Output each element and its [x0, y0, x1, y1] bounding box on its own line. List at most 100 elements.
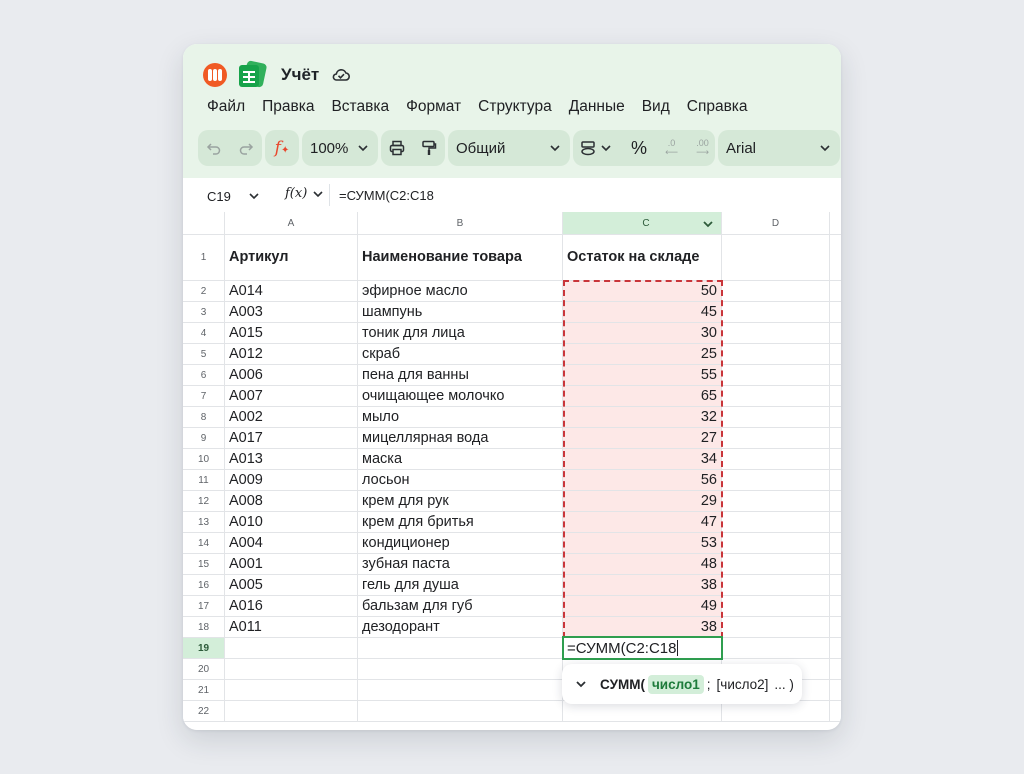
row-header[interactable]: 9 [183, 428, 225, 449]
product-name-cell[interactable]: бальзам для губ [358, 596, 563, 617]
sheet-cell[interactable] [830, 638, 841, 659]
sheet-cell[interactable] [830, 701, 841, 722]
row-header[interactable]: 6 [183, 365, 225, 386]
sheet-cell[interactable] [830, 491, 841, 512]
sheet-cell[interactable] [830, 302, 841, 323]
column-header-e[interactable] [830, 212, 841, 235]
product-name-cell[interactable]: маска [358, 449, 563, 470]
product-name-cell[interactable]: мицеллярная вода [358, 428, 563, 449]
sheet-cell[interactable] [722, 449, 830, 470]
product-name-cell[interactable]: очищающее молочко [358, 386, 563, 407]
sheet-cell[interactable] [830, 554, 841, 575]
insert-function-button[interactable]: f ✦ [265, 130, 299, 166]
percent-format-button[interactable]: % [631, 138, 647, 159]
menu-edit[interactable]: Правка [262, 98, 314, 116]
product-name-cell[interactable]: лосьон [358, 470, 563, 491]
column-header-c[interactable]: C [563, 212, 722, 235]
sheet-cell[interactable] [358, 701, 563, 722]
column-title-cell[interactable]: Наименование товара [358, 235, 563, 281]
sku-cell[interactable]: A006 [225, 365, 358, 386]
sheet-cell[interactable] [225, 680, 358, 701]
sku-cell[interactable]: A009 [225, 470, 358, 491]
row-header[interactable]: 16 [183, 575, 225, 596]
sheet-cell[interactable] [722, 407, 830, 428]
sheet-cell[interactable] [358, 659, 563, 680]
sheet-cell[interactable] [722, 302, 830, 323]
sku-cell[interactable]: A011 [225, 617, 358, 638]
sheet-cell[interactable] [722, 596, 830, 617]
row-header[interactable]: 8 [183, 407, 225, 428]
stock-cell[interactable]: 47 [563, 512, 722, 533]
product-name-cell[interactable]: крем для рук [358, 491, 563, 512]
row-header[interactable]: 12 [183, 491, 225, 512]
product-name-cell[interactable]: скраб [358, 344, 563, 365]
sku-cell[interactable]: A008 [225, 491, 358, 512]
sheet-cell[interactable] [722, 323, 830, 344]
row-header[interactable]: 20 [183, 659, 225, 680]
menu-file[interactable]: Файл [207, 98, 245, 116]
stock-cell[interactable]: 56 [563, 470, 722, 491]
sheet-cell[interactable] [830, 344, 841, 365]
chevron-down-icon[interactable] [701, 217, 715, 231]
sheet-cell[interactable] [722, 512, 830, 533]
product-name-cell[interactable]: зубная паста [358, 554, 563, 575]
menu-data[interactable]: Данные [569, 98, 625, 116]
sheet-cell[interactable] [722, 701, 830, 722]
sheet-cell[interactable] [830, 428, 841, 449]
select-all-corner[interactable] [183, 212, 225, 235]
stock-cell[interactable]: 38 [563, 575, 722, 596]
sheet-cell[interactable] [722, 386, 830, 407]
product-name-cell[interactable]: пена для ванны [358, 365, 563, 386]
sheet-cell[interactable] [358, 680, 563, 701]
redo-icon[interactable] [230, 139, 262, 157]
sku-cell[interactable]: A010 [225, 512, 358, 533]
row-header[interactable]: 1 [183, 235, 225, 281]
sheet-cell[interactable] [830, 449, 841, 470]
menu-format[interactable]: Формат [406, 98, 461, 116]
paint-format-icon[interactable] [413, 139, 445, 157]
sheet-cell[interactable] [563, 701, 722, 722]
sku-cell[interactable]: A003 [225, 302, 358, 323]
product-name-cell[interactable]: кондиционер [358, 533, 563, 554]
row-header[interactable]: 4 [183, 323, 225, 344]
sheet-cell[interactable] [830, 281, 841, 302]
active-cell-editor[interactable]: =СУММ(C2:C18 [562, 636, 723, 660]
row-header[interactable]: 14 [183, 533, 225, 554]
product-name-cell[interactable]: эфирное масло [358, 281, 563, 302]
product-name-cell[interactable]: мыло [358, 407, 563, 428]
sheet-cell[interactable] [722, 638, 830, 659]
stock-cell[interactable]: 32 [563, 407, 722, 428]
row-header[interactable]: 22 [183, 701, 225, 722]
sheet-cell[interactable] [830, 235, 841, 281]
column-header-b[interactable]: B [358, 212, 563, 235]
print-icon[interactable] [381, 139, 413, 157]
row-header[interactable]: 18 [183, 617, 225, 638]
sheet-cell[interactable] [722, 554, 830, 575]
stock-cell[interactable]: 27 [563, 428, 722, 449]
cloud-saved-icon[interactable] [331, 65, 351, 85]
sku-cell[interactable]: A007 [225, 386, 358, 407]
sheet-cell[interactable] [358, 638, 563, 659]
brand-logo-icon[interactable] [203, 63, 227, 87]
product-name-cell[interactable]: крем для бритья [358, 512, 563, 533]
sheet-cell[interactable] [830, 386, 841, 407]
sheet-cell[interactable] [722, 533, 830, 554]
function-picker[interactable]: f(x) [285, 186, 325, 201]
column-title-cell[interactable]: Артикул [225, 235, 358, 281]
sheet-cell[interactable] [722, 617, 830, 638]
formula-input[interactable]: =СУММ(C2:C18 [339, 188, 434, 203]
column-header-a[interactable]: A [225, 212, 358, 235]
row-header[interactable]: 3 [183, 302, 225, 323]
row-header[interactable]: 2 [183, 281, 225, 302]
stock-cell[interactable]: 30 [563, 323, 722, 344]
sku-cell[interactable]: A002 [225, 407, 358, 428]
stock-cell[interactable]: 29 [563, 491, 722, 512]
sheet-cell[interactable] [722, 575, 830, 596]
stock-cell[interactable]: 45 [563, 302, 722, 323]
sku-cell[interactable]: A001 [225, 554, 358, 575]
stock-cell[interactable]: 25 [563, 344, 722, 365]
stock-cell[interactable]: 53 [563, 533, 722, 554]
sheet-cell[interactable] [830, 365, 841, 386]
sheet-cell[interactable] [830, 323, 841, 344]
sheet-cell[interactable] [830, 680, 841, 701]
